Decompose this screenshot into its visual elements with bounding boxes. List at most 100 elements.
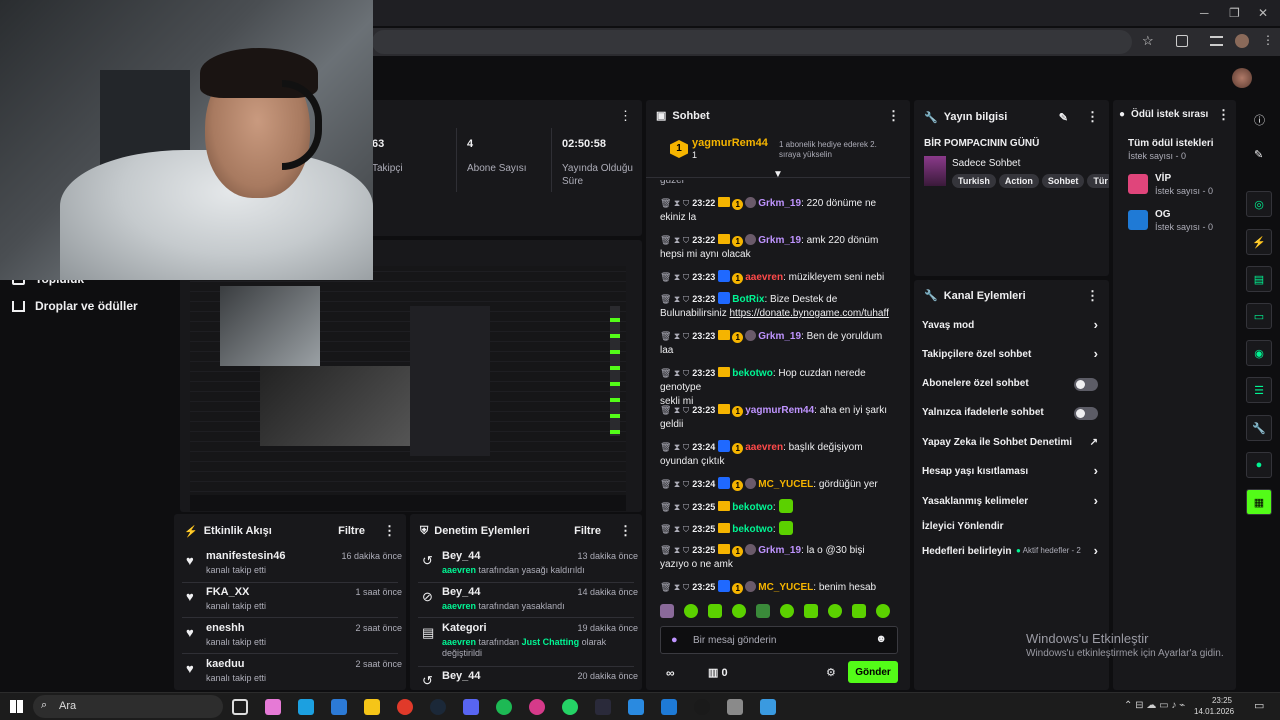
paint-icon[interactable]: [760, 699, 776, 715]
emote-icon[interactable]: [660, 604, 674, 618]
edge-icon[interactable]: [298, 699, 314, 715]
chat-username[interactable]: bekotwo: [732, 368, 773, 379]
extensions-icon[interactable]: [1176, 35, 1188, 47]
windows-start-icon[interactable]: [10, 700, 23, 713]
app-icon[interactable]: [727, 699, 743, 715]
more-options-icon[interactable]: ⋮: [1217, 108, 1230, 121]
restore-button[interactable]: ❐: [1229, 6, 1240, 20]
channel-action-6[interactable]: Hesap yaşı kısıtlaması ›: [922, 463, 1106, 482]
mod-actor[interactable]: aaevren: [442, 601, 476, 611]
arc-icon[interactable]: [595, 699, 611, 715]
broadcast-icon[interactable]: ◉: [1246, 340, 1272, 366]
channel-action-2[interactable]: Takipçilere özel sohbet ›: [922, 346, 1106, 365]
chat-username[interactable]: bekotwo: [732, 524, 773, 535]
chat-username[interactable]: Grkm_19: [758, 198, 801, 209]
emote-icon[interactable]: [780, 604, 794, 618]
user-avatar[interactable]: [1232, 68, 1252, 88]
wrench-icon[interactable]: 🔧: [1246, 415, 1272, 441]
more-options-icon[interactable]: ⋮: [619, 523, 632, 539]
channel-action-5[interactable]: Yapay Zeka ile Sohbet Denetimi ↗: [922, 437, 1106, 453]
emote-icon[interactable]: [756, 604, 770, 618]
emote-icon[interactable]: [732, 604, 746, 618]
whatsapp-icon[interactable]: [562, 699, 578, 715]
mod-tools-icon[interactable]: 🗑 ⧗ ⛉: [660, 442, 689, 452]
toggle-switch[interactable]: [1074, 407, 1098, 420]
channel-action-8[interactable]: İzleyici Yönlendir: [922, 521, 1106, 537]
chat-icon[interactable]: ▭: [1246, 303, 1272, 329]
steam-icon[interactable]: [430, 699, 446, 715]
chat-username[interactable]: aaevren: [745, 442, 783, 453]
tag[interactable]: Tür: [1087, 174, 1109, 188]
chat-username[interactable]: Grkm_19: [758, 545, 801, 556]
mod-target[interactable]: Bey_44: [442, 670, 481, 682]
more-options-icon[interactable]: ⋮: [887, 109, 900, 122]
browser-profile-avatar[interactable]: [1235, 34, 1249, 48]
mod-tools-icon[interactable]: 🗑 ⧗ ⛉: [660, 405, 689, 415]
notepad-icon[interactable]: [628, 699, 644, 715]
chat-username[interactable]: MC_YUCEL: [758, 479, 813, 490]
chat-username[interactable]: Grkm_19: [758, 235, 801, 246]
more-options-icon[interactable]: ⋮: [1086, 289, 1099, 302]
mod-tools-icon[interactable]: 🗑 ⧗ ⛉: [660, 502, 689, 512]
gift-icon[interactable]: ▥ 0: [708, 666, 728, 679]
copilot-icon[interactable]: [265, 699, 281, 715]
task-view-icon[interactable]: [232, 699, 248, 715]
reward-item[interactable]: OG İstek sayısı - 0: [1128, 209, 1228, 237]
discord-icon[interactable]: [463, 699, 479, 715]
minimize-button[interactable]: ─: [1200, 6, 1209, 20]
mod-target[interactable]: Bey_44: [442, 550, 481, 562]
feed-user[interactable]: kaeduu: [206, 658, 245, 670]
emoji-icon[interactable]: ☻: [875, 633, 887, 645]
dots-icon[interactable]: ●: [1246, 452, 1272, 478]
more-options-icon[interactable]: ⋮: [1086, 109, 1099, 125]
mod-tools-icon[interactable]: 🗑 ⧗ ⛉: [660, 294, 689, 304]
feed-user[interactable]: eneshh: [206, 622, 245, 634]
mod-tools-icon[interactable]: 🗑 ⧗ ⛉: [660, 272, 689, 282]
chat-username[interactable]: Grkm_19: [758, 331, 801, 342]
mod-tools-icon[interactable]: 🗑 ⧗ ⛉: [660, 545, 689, 555]
category-name[interactable]: Sadece Sohbet: [952, 158, 1020, 169]
tag[interactable]: Action: [998, 174, 1039, 188]
file-explorer-icon[interactable]: [364, 699, 380, 715]
taskbar-search[interactable]: ⌕ Ara: [33, 695, 223, 718]
microphone-icon[interactable]: ●: [671, 634, 678, 646]
edit-icon[interactable]: ✎: [1059, 111, 1068, 124]
clapper-icon[interactable]: ▦: [1246, 489, 1272, 515]
channel-action-3[interactable]: Abonelere özel sohbet: [922, 378, 1106, 394]
stream-preview[interactable]: [190, 266, 626, 511]
outlook-icon[interactable]: [331, 699, 347, 715]
channel-action-9[interactable]: Hedefleri belirleyin ● Aktif hedefler - 2…: [922, 543, 1106, 562]
obs-icon[interactable]: [694, 699, 710, 715]
emote-icon[interactable]: [828, 604, 842, 618]
reward-item[interactable]: VİP İstek sayısı - 0: [1128, 173, 1228, 201]
chat-username[interactable]: yagmurRem44: [745, 405, 814, 416]
send-button[interactable]: Gönder: [848, 661, 898, 683]
category-name[interactable]: Just Chatting: [522, 637, 580, 647]
browser-menu-icon[interactable]: ⋮: [1262, 33, 1274, 47]
points-icon[interactable]: ∞: [666, 666, 675, 680]
chrome-icon[interactable]: [397, 699, 413, 715]
mod-tools-icon[interactable]: 🗑 ⧗ ⛉: [660, 235, 689, 245]
nav-drops-rewards[interactable]: Droplar ve ödüller: [12, 299, 138, 313]
emote-icon[interactable]: [852, 604, 866, 618]
document-icon[interactable]: ▤: [1246, 266, 1272, 292]
clock-time[interactable]: 23:25: [1200, 696, 1232, 705]
settings-icon[interactable]: ⚙: [826, 666, 836, 679]
media-icon[interactable]: [1210, 36, 1223, 46]
spotify-icon[interactable]: [496, 699, 512, 715]
mod-target[interactable]: Bey_44: [442, 586, 481, 598]
more-options-icon[interactable]: ⋮: [619, 108, 632, 124]
mod-target[interactable]: Kategori: [442, 622, 487, 634]
mod-actor[interactable]: aaevren: [442, 565, 476, 575]
filter-button[interactable]: Filtre: [338, 525, 365, 537]
bookmark-star-icon[interactable]: ☆: [1142, 33, 1154, 49]
layout-icon[interactable]: ☰: [1246, 377, 1272, 403]
mod-tools-icon[interactable]: 🗑 ⧗ ⛉: [660, 479, 689, 489]
chat-input[interactable]: ● Bir mesaj gönderin ☻: [660, 626, 898, 654]
mod-tools-icon[interactable]: 🗑 ⧗ ⛉: [660, 368, 689, 378]
clock-date[interactable]: 14.01.2026: [1194, 707, 1234, 716]
toggle-switch[interactable]: [1074, 378, 1098, 391]
lightning-icon[interactable]: ⚡: [1246, 229, 1272, 255]
emote-icon[interactable]: [804, 604, 818, 618]
tag[interactable]: Turkish: [952, 174, 996, 188]
